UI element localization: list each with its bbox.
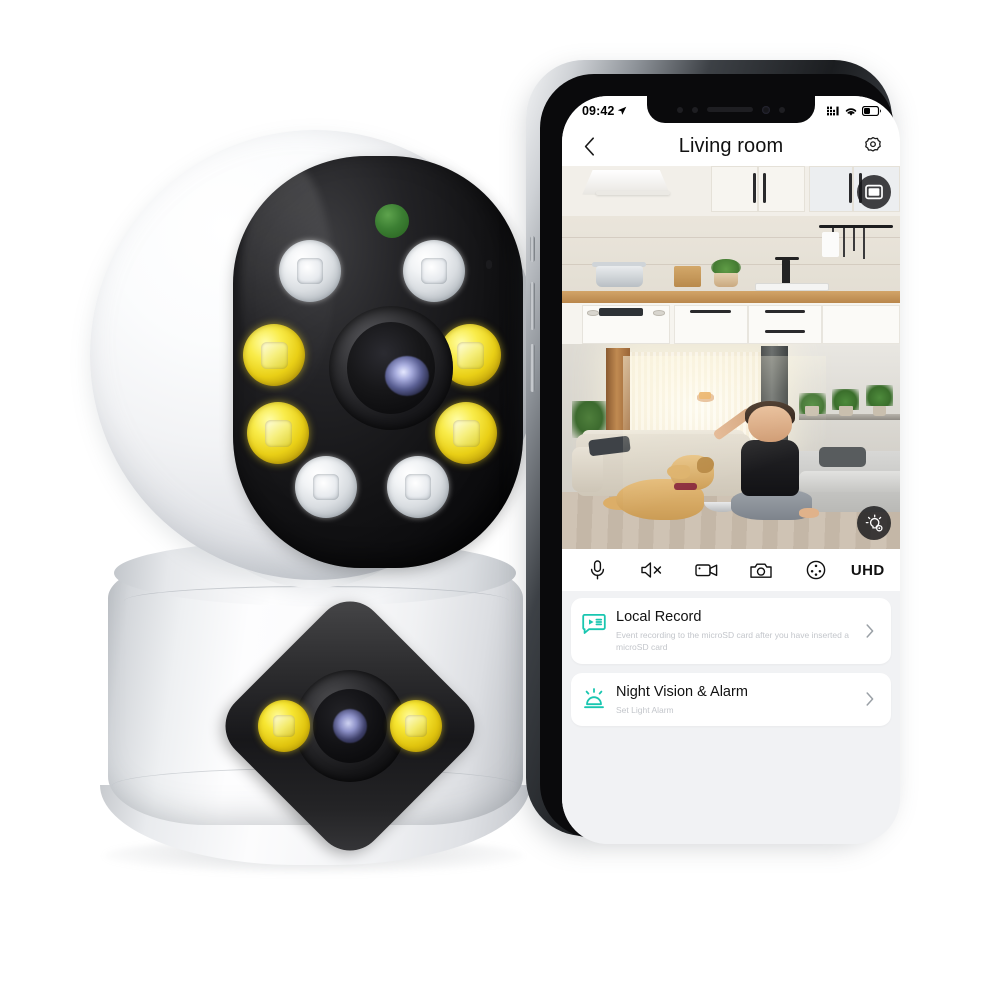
camera-icon xyxy=(750,563,773,578)
local-record-title: Local Record xyxy=(616,609,702,625)
phone-volume-down-button[interactable] xyxy=(530,344,535,392)
status-bar: 09:42 xyxy=(562,96,900,126)
pan-tilt-icon xyxy=(806,560,826,580)
earpiece-speaker-icon xyxy=(707,107,753,112)
alarm-light-icon xyxy=(584,687,604,708)
kitchen-scene-image xyxy=(562,166,900,344)
light-sensor-icon xyxy=(375,204,409,238)
local-record-text: Local Record Event recording to the micr… xyxy=(616,608,861,654)
local-record-row[interactable]: Local Record Event recording to the micr… xyxy=(571,598,891,664)
battery-icon xyxy=(862,106,881,116)
app-header: Living room xyxy=(562,126,900,166)
white-led-bottom-left xyxy=(295,456,357,518)
talk-button[interactable] xyxy=(577,555,617,585)
base-yellow-led-left xyxy=(258,700,310,752)
camera-control-bar: UHD xyxy=(562,549,900,591)
speaker-muted-icon xyxy=(641,562,662,578)
mute-button[interactable] xyxy=(632,555,672,585)
status-bar-time: 09:42 xyxy=(582,104,615,118)
snapshot-button[interactable] xyxy=(741,555,781,585)
living-room-feed[interactable] xyxy=(562,344,900,549)
location-arrow-icon xyxy=(618,106,627,115)
record-button[interactable] xyxy=(687,555,727,585)
phone-bezel: 09:42 Living room UHD Local Record Event… xyxy=(540,74,900,844)
proximity-sensor-icon xyxy=(677,106,683,113)
night-vision-alarm-row[interactable]: Night Vision & Alarm Set Light Alarm xyxy=(571,672,891,727)
white-led-bottom-right xyxy=(387,456,449,518)
night-vision-alarm-chevron[interactable] xyxy=(861,692,879,707)
status-bar-time-group: 09:42 xyxy=(582,104,627,118)
pan-tilt-button[interactable] xyxy=(796,555,836,585)
chevron-right-icon xyxy=(866,624,874,638)
camera-head xyxy=(90,130,540,580)
alarm-light-icon-wrap xyxy=(581,686,607,712)
light-settings-button[interactable] xyxy=(857,506,891,540)
living-room-scene-image xyxy=(562,344,900,549)
microphone-icon xyxy=(590,560,604,580)
yellow-led-mid-left xyxy=(243,324,305,386)
camcorder-icon xyxy=(695,564,718,577)
kitchen-feed[interactable] xyxy=(562,166,900,344)
secondary-module-inner xyxy=(252,628,448,824)
microphone-pinhole xyxy=(486,260,492,269)
main-lens-flare xyxy=(385,356,429,396)
back-button[interactable] xyxy=(576,133,602,159)
phone-notch xyxy=(647,96,815,123)
status-bar-indicators xyxy=(827,106,882,117)
main-lens-barrel xyxy=(329,306,453,430)
base-yellow-led-right xyxy=(390,700,442,752)
secondary-lens-flare xyxy=(333,709,367,743)
phone-frame: 09:42 Living room UHD Local Record Event… xyxy=(526,60,900,844)
local-record-chevron[interactable] xyxy=(861,624,879,638)
local-record-icon xyxy=(582,614,606,634)
night-vision-alarm-title: Night Vision & Alarm xyxy=(616,683,748,700)
white-led-top-left xyxy=(279,240,341,302)
main-lens xyxy=(329,306,453,430)
night-vision-alarm-subtitle: Set Light Alarm xyxy=(616,704,674,715)
local-record-subtitle: Event recording to the microSD card afte… xyxy=(616,630,849,653)
ambient-sensor-icon xyxy=(692,106,698,113)
phone-screen: 09:42 Living room UHD Local Record Event… xyxy=(562,96,900,844)
camera-faceplate xyxy=(233,156,523,568)
secondary-lens-glass xyxy=(313,689,387,763)
front-camera-icon xyxy=(762,105,770,114)
light-settings-icon xyxy=(865,513,883,531)
phone-volume-up-button[interactable] xyxy=(530,282,535,330)
settings-list: Local Record Event recording to the micr… xyxy=(562,591,900,844)
swap-view-button[interactable] xyxy=(857,175,891,209)
smartphone-mockup: 09:42 Living room UHD Local Record Event… xyxy=(518,52,902,844)
white-led-top-right xyxy=(403,240,465,302)
night-vision-alarm-text: Night Vision & Alarm Set Light Alarm xyxy=(616,683,861,716)
product-render-scene: 09:42 Living room UHD Local Record Event… xyxy=(0,0,1000,1000)
secondary-camera-module xyxy=(211,587,489,865)
cellular-signal-icon xyxy=(827,106,839,116)
main-lens-glass xyxy=(347,322,435,414)
dual-lens-security-camera xyxy=(80,120,560,910)
picture-in-picture-icon xyxy=(865,184,883,200)
dot-projector-icon xyxy=(779,106,785,113)
quality-button[interactable]: UHD xyxy=(851,555,885,585)
wifi-icon xyxy=(845,107,857,116)
chevron-right-icon xyxy=(866,692,874,707)
page-title: Living room xyxy=(678,134,784,157)
gear-icon xyxy=(865,136,881,152)
phone-mute-switch[interactable] xyxy=(530,236,535,262)
back-chevron-icon xyxy=(584,136,594,156)
base-top-seam xyxy=(124,586,509,616)
settings-button[interactable] xyxy=(860,133,886,159)
yellow-led-low-left xyxy=(247,402,309,464)
local-record-icon-wrap xyxy=(581,611,607,637)
